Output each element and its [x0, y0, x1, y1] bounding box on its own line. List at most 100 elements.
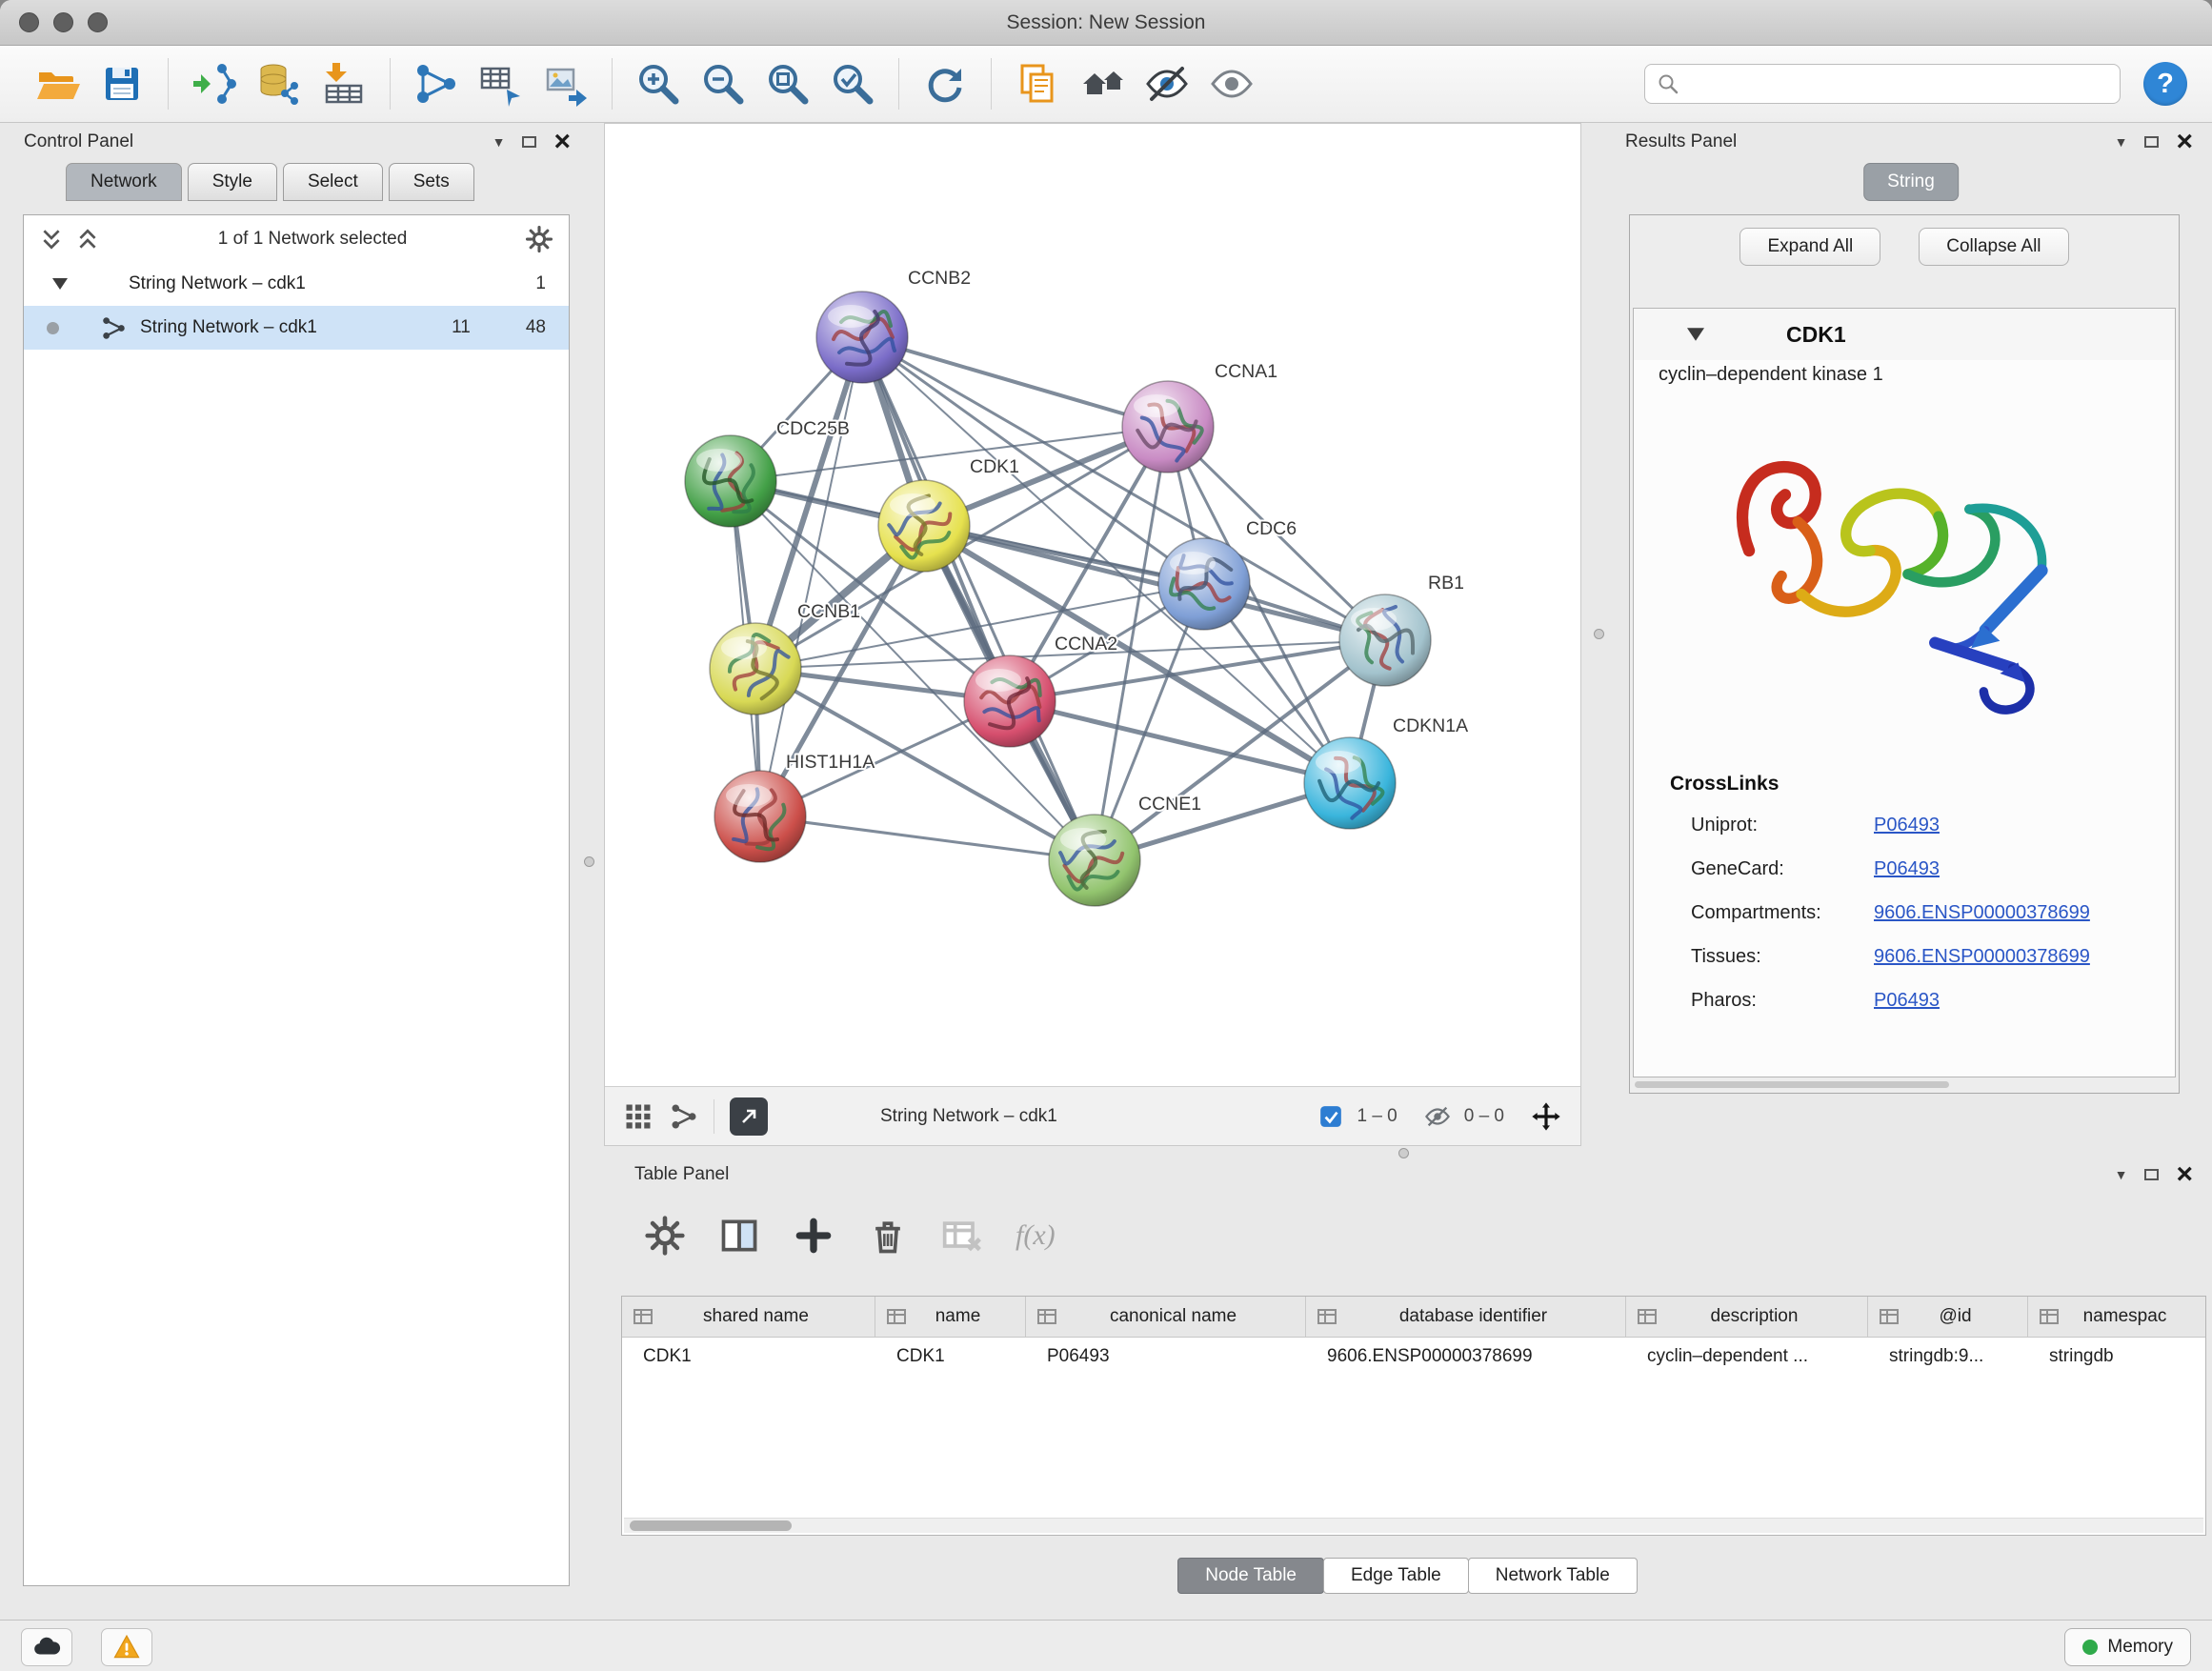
import-network-button[interactable]	[187, 55, 242, 112]
graph-edge-CCNB2-CCNE1[interactable]	[862, 337, 1095, 860]
graph-node-CCNA2[interactable]	[964, 655, 1056, 747]
column-header-shared-name[interactable]: shared name	[622, 1297, 875, 1337]
table-cell[interactable]: cyclin–dependent ...	[1626, 1346, 1868, 1367]
column-header-namespac[interactable]: namespac	[2028, 1297, 2206, 1337]
graph-node-HIST1H1A[interactable]	[714, 771, 806, 862]
results-panel-close-icon[interactable]: ×	[2176, 131, 2193, 152]
graph-node-RB1[interactable]	[1339, 594, 1431, 686]
tab-network-table[interactable]: Network Table	[1468, 1558, 1638, 1594]
create-column-icon[interactable]	[793, 1215, 835, 1257]
section-disclosure-icon[interactable]	[1687, 328, 1704, 341]
new-table-from-network-button[interactable]	[473, 55, 529, 112]
save-session-button[interactable]	[94, 55, 150, 112]
graph-node-CDC6[interactable]	[1158, 538, 1250, 630]
crosslink-value-link[interactable]: P06493	[1874, 990, 1940, 1012]
network-collection-row[interactable]: String Network – cdk1 1	[24, 262, 569, 306]
splitter-handle[interactable]	[1398, 1148, 1409, 1158]
table-cell[interactable]: CDK1	[875, 1346, 1026, 1367]
table-cell[interactable]: CDK1	[622, 1346, 875, 1367]
search-box[interactable]	[1644, 64, 2121, 104]
network-options-gear-icon[interactable]	[525, 225, 553, 253]
tab-style[interactable]: Style	[188, 163, 277, 201]
column-header-id[interactable]: @id	[1868, 1297, 2028, 1337]
graph-node-CCNB1[interactable]	[710, 623, 801, 715]
collection-disclosure-icon[interactable]	[52, 278, 68, 290]
table-options-gear-icon[interactable]	[644, 1215, 686, 1257]
graph-node-CCNA1[interactable]	[1122, 381, 1214, 473]
duplicate-network-button[interactable]	[1010, 55, 1065, 112]
new-network-button[interactable]	[409, 55, 464, 112]
results-panel-collapse-icon[interactable]: ▼	[2115, 135, 2128, 149]
control-panel-float-icon[interactable]	[522, 136, 536, 148]
protein-section-header[interactable]: CDK1	[1634, 309, 2175, 360]
column-header-canonical-name[interactable]: canonical name	[1026, 1297, 1306, 1337]
tab-string[interactable]: String	[1863, 163, 1959, 201]
crosslink-value-link[interactable]: 9606.ENSP00000378699	[1874, 946, 2090, 968]
graph-node-CCNE1[interactable]	[1049, 815, 1140, 906]
cloud-status-button[interactable]	[21, 1628, 72, 1666]
export-image-button[interactable]	[538, 55, 593, 112]
network-overview-icon[interactable]	[670, 1102, 698, 1131]
column-header-description[interactable]: description	[1626, 1297, 1868, 1337]
import-table-button[interactable]	[316, 55, 372, 112]
table-panel-collapse-icon[interactable]: ▼	[2115, 1168, 2128, 1181]
crosslink-value-link[interactable]: P06493	[1874, 815, 1940, 836]
graph-edge-CCNB2-HIST1H1A[interactable]	[760, 337, 862, 816]
zoom-in-button[interactable]	[631, 55, 686, 112]
memory-button[interactable]: Memory	[2064, 1628, 2191, 1666]
collapse-all-icon[interactable]	[39, 227, 64, 252]
selected-nodes-checkbox-icon[interactable]	[1318, 1104, 1343, 1129]
help-button[interactable]: ?	[2143, 62, 2187, 106]
zoom-selected-button[interactable]	[825, 55, 880, 112]
collapse-all-button[interactable]: Collapse All	[1919, 228, 2068, 266]
column-header-database-identifier[interactable]: database identifier	[1306, 1297, 1626, 1337]
table-panel-close-icon[interactable]: ×	[2176, 1164, 2193, 1185]
hidden-edges-eye-icon[interactable]	[1424, 1103, 1451, 1130]
column-header-name[interactable]: name	[875, 1297, 1026, 1337]
table-cell[interactable]: stringdb:9...	[1868, 1346, 2028, 1367]
import-network-from-database-button[interactable]	[251, 55, 307, 112]
crosslink-value-link[interactable]: P06493	[1874, 858, 1940, 880]
control-panel-collapse-icon[interactable]: ▼	[493, 135, 506, 149]
results-scrollbar[interactable]	[1635, 1081, 1949, 1088]
graph-edge-HIST1H1A-CCNE1[interactable]	[760, 816, 1095, 860]
zoom-fit-button[interactable]	[760, 55, 815, 112]
zoom-out-button[interactable]	[695, 55, 751, 112]
expand-all-icon[interactable]	[75, 227, 100, 252]
expand-all-button[interactable]: Expand All	[1739, 228, 1880, 266]
table-row[interactable]: CDK1CDK1P064939606.ENSP00000378699cyclin…	[622, 1338, 2205, 1376]
table-cell[interactable]: stringdb	[2028, 1346, 2206, 1367]
network-row[interactable]: String Network – cdk1 11 48	[24, 306, 569, 350]
tab-edge-table[interactable]: Edge Table	[1323, 1558, 1469, 1594]
network-canvas[interactable]: CCNB2CCNA1CDC25BCDK1CDC6RB1CCNB1CCNA2CDK…	[605, 124, 1580, 1086]
search-input[interactable]	[1688, 72, 2108, 95]
open-session-button[interactable]	[30, 55, 85, 112]
tab-sets[interactable]: Sets	[389, 163, 474, 201]
hide-glass-effect-button[interactable]	[1139, 55, 1195, 112]
table-panel-float-icon[interactable]	[2144, 1169, 2159, 1180]
crosslink-value-link[interactable]: 9606.ENSP00000378699	[1874, 902, 2090, 924]
graph-node-CDK1[interactable]	[878, 480, 970, 572]
splitter-handle[interactable]	[584, 856, 594, 867]
control-panel-close-icon[interactable]: ×	[553, 131, 571, 152]
graph-node-CCNB2[interactable]	[816, 292, 908, 383]
table-cell[interactable]: P06493	[1026, 1346, 1306, 1367]
graph-node-CDKN1A[interactable]	[1304, 737, 1396, 829]
detach-view-button[interactable]	[730, 1097, 768, 1136]
splitter-handle[interactable]	[1594, 629, 1604, 639]
warnings-button[interactable]	[101, 1628, 152, 1666]
pan-move-icon[interactable]	[1531, 1101, 1561, 1132]
delete-column-icon[interactable]	[867, 1215, 909, 1257]
tab-node-table[interactable]: Node Table	[1177, 1558, 1324, 1594]
table-hscrollbar[interactable]	[630, 1520, 792, 1531]
grid-view-icon[interactable]	[624, 1102, 653, 1131]
apply-preferred-layout-button[interactable]	[917, 55, 973, 112]
string-home-button[interactable]	[1075, 55, 1130, 112]
graph-node-CDC25B[interactable]	[685, 435, 776, 527]
results-panel-float-icon[interactable]	[2144, 136, 2159, 148]
table-cell[interactable]: 9606.ENSP00000378699	[1306, 1346, 1626, 1367]
tab-select[interactable]: Select	[283, 163, 383, 201]
graph-edge-CCNB2-CCNA1[interactable]	[862, 337, 1168, 427]
tab-network[interactable]: Network	[66, 163, 182, 201]
show-columns-icon[interactable]	[718, 1215, 760, 1257]
